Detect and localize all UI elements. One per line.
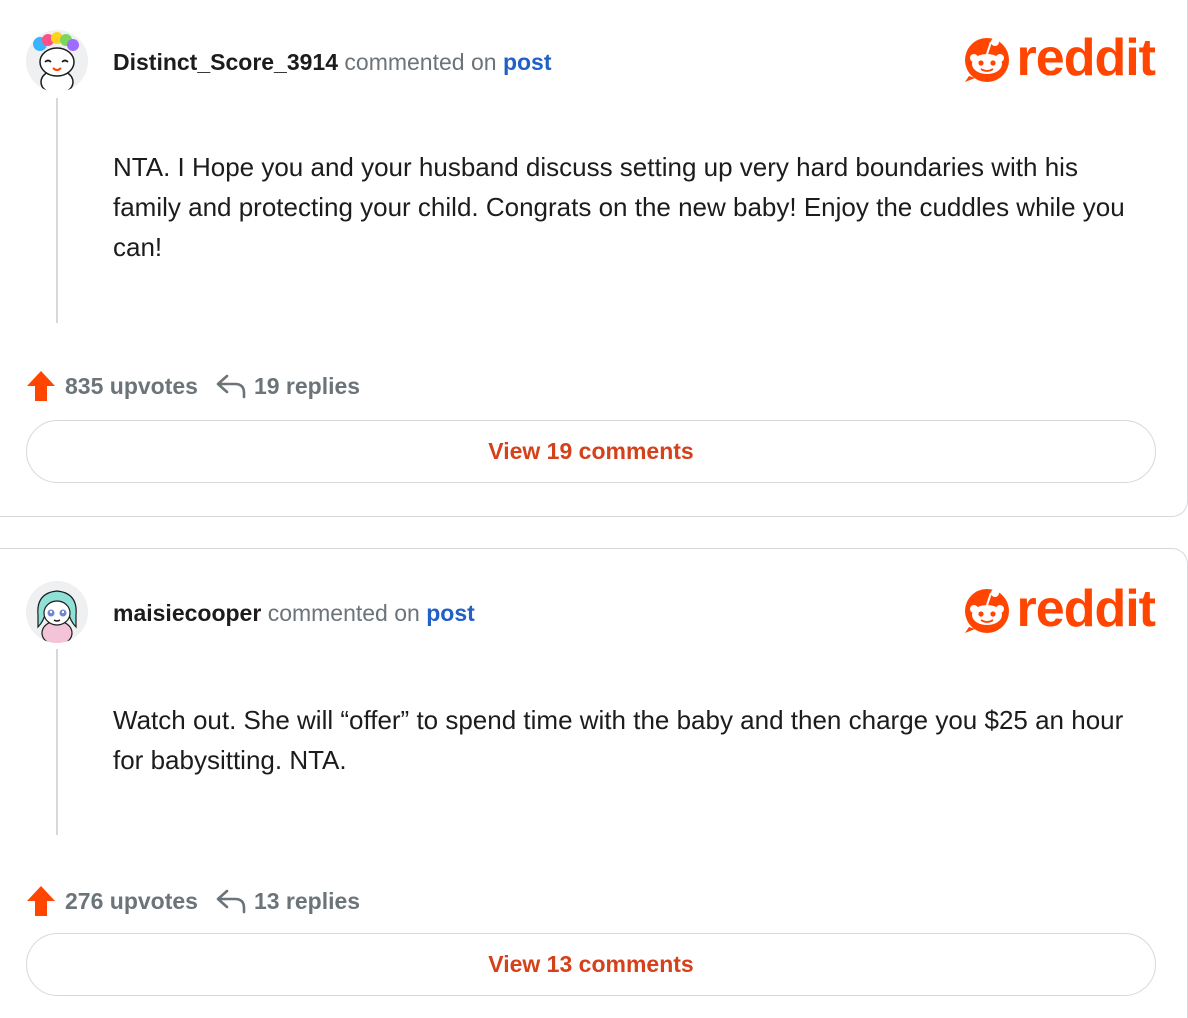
thread-line[interactable] (56, 98, 58, 323)
view-comments-button[interactable]: View 13 comments (26, 933, 1156, 996)
comment-card: maisiecooper commented on post reddit Wa… (0, 548, 1188, 1018)
reply-count: 19 replies (253, 372, 361, 399)
comment-body: NTA. I Hope you and your husband discuss… (113, 152, 1125, 262)
comment-meta: Distinct_Score_3914 commented on post (113, 48, 552, 76)
reddit-snoo-icon (964, 38, 1009, 82)
username-link[interactable]: Distinct_Score_3914 (113, 49, 338, 75)
user-avatar[interactable] (26, 581, 88, 643)
reddit-logo: reddit (961, 580, 1156, 638)
upvote-arrow-icon[interactable] (26, 370, 56, 402)
comment-header: maisiecooper commented on post reddit (0, 581, 1187, 651)
reddit-wordmark: reddit (1016, 580, 1156, 638)
reply-arrow-icon[interactable] (215, 372, 247, 400)
reddit-snoo-icon (964, 589, 1009, 633)
comment-stats: 276 upvotes 13 replies (26, 883, 360, 919)
post-link[interactable]: post (503, 49, 552, 75)
reddit-wordmark: reddit (1016, 29, 1156, 87)
commented-on-label: commented on (267, 600, 420, 626)
comment-stats: 835 upvotes 19 replies (26, 368, 360, 404)
commented-on-label: commented on (344, 49, 497, 75)
comment-body: Watch out. She will “offer” to spend tim… (113, 705, 1124, 775)
username-link[interactable]: maisiecooper (113, 600, 261, 626)
reply-arrow-icon[interactable] (215, 887, 247, 915)
comment-card: Distinct_Score_3914 commented on post re… (0, 0, 1188, 517)
comment-header: Distinct_Score_3914 commented on post re… (0, 30, 1187, 100)
reply-count: 13 replies (253, 887, 361, 914)
upvote-count: 835 upvotes (65, 372, 198, 399)
upvote-arrow-icon[interactable] (26, 885, 56, 917)
thread-line[interactable] (56, 649, 58, 835)
upvote-count: 276 upvotes (65, 887, 198, 914)
reddit-logo: reddit (961, 29, 1156, 87)
comment-meta: maisiecooper commented on post (113, 599, 475, 627)
post-link[interactable]: post (426, 600, 475, 626)
view-comments-button[interactable]: View 19 comments (26, 420, 1156, 483)
user-avatar[interactable] (26, 30, 88, 92)
